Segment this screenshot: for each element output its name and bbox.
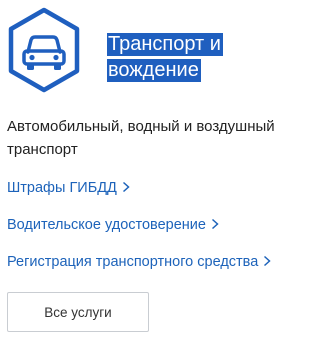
link-label: Водительское удостоверение [7,217,206,233]
chevron-right-icon [211,218,219,230]
chevron-right-icon [264,255,271,267]
link-gibdd-fines[interactable]: Штрафы ГИБДД [7,178,317,198]
car-icon [8,7,80,93]
category-title-line-1: Транспорт и [107,33,223,56]
link-vehicle-registration[interactable]: Регистрация транспортного средства [7,252,317,272]
link-label: Регистрация транспортного средства [7,254,259,270]
category-description: Автомобильный, водный и воздушный трансп… [7,118,275,158]
all-services-button[interactable]: Все услуги [7,292,149,332]
category-title-line-2: вождение [107,59,201,82]
category-title[interactable]: Транспорт и вождение [107,31,307,83]
service-links: Штрафы ГИБДД Водительское удостоверение … [7,178,317,289]
link-driver-license[interactable]: Водительское удостоверение [7,215,317,235]
chevron-right-icon [122,181,130,193]
link-label: Штрафы ГИБДД [7,180,117,196]
category-card: Транспорт и вождение Автомобильный, водн… [0,0,321,348]
